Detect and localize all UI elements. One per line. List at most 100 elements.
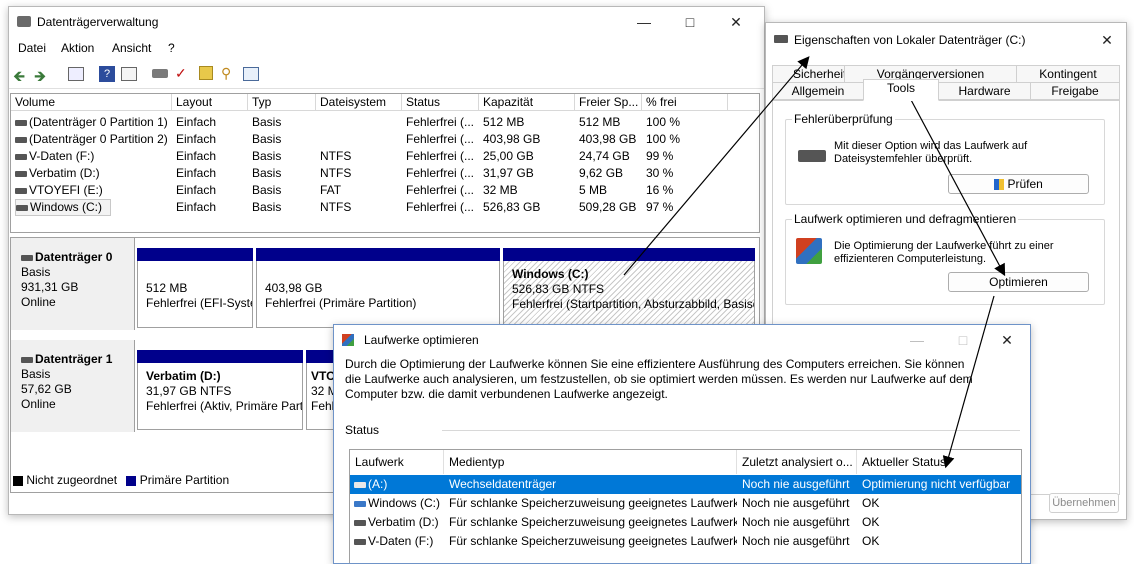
tab-sicherheit[interactable]: Sicherheit	[772, 65, 845, 83]
partition-status: Fehlerfrei (EFI-Syste	[146, 296, 252, 310]
partition-verbatim-d[interactable]: Verbatim (D:) 31,97 GB NTFS Fehlerfrei (…	[137, 350, 303, 430]
drive-name: V-Daten (F:)	[354, 532, 444, 551]
list-item[interactable]: V-Daten (F:) Für schlanke Speicherzuweis…	[350, 532, 1021, 551]
help-icon[interactable]: ?	[99, 66, 115, 82]
col-layout[interactable]: Layout	[172, 94, 248, 111]
partition-efi[interactable]: 512 MB Fehlerfrei (EFI-Syste	[137, 248, 253, 328]
col-status[interactable]: Status	[402, 94, 479, 111]
up-folder-icon[interactable]	[199, 66, 213, 80]
disk-1-state: Online	[21, 397, 56, 411]
volume-name-text: VTOYEFI (E:)	[29, 183, 103, 197]
menu-ansicht[interactable]: Ansicht	[112, 41, 151, 55]
status-label: Status	[345, 423, 380, 437]
minimize-button[interactable]: —	[621, 7, 667, 37]
properties-icon[interactable]	[121, 67, 137, 81]
col-zuletzt-analysiert[interactable]: Zuletzt analysiert o...	[737, 450, 857, 474]
close-button[interactable]: ✕	[1084, 25, 1126, 55]
group-label: Fehlerüberprüfung	[792, 112, 895, 126]
disk-1-label[interactable]: Datenträger 1 Basis 57,62 GB Online	[11, 340, 135, 432]
partition-windows-c[interactable]: Windows (C:) 526,83 GB NTFS Fehlerfrei (…	[503, 248, 755, 328]
list-item[interactable]: (A:) Wechseldatenträger Noch nie ausgefü…	[350, 475, 1021, 494]
volume-capacity: 25,00 GB	[483, 149, 534, 163]
search-icon[interactable]: ⚲	[221, 65, 231, 82]
tab-hardware[interactable]: Hardware	[938, 82, 1031, 100]
legend-unallocated-swatch	[13, 475, 23, 486]
menu-datei[interactable]: Datei	[18, 41, 46, 55]
title-bar[interactable]: Eigenschaften von Lokaler Datenträger (C…	[766, 23, 1126, 57]
checkmark-icon[interactable]: ✓	[175, 65, 187, 82]
menu-aktion[interactable]: Aktion	[61, 41, 94, 55]
partition-size: 31,97 GB NTFS	[146, 384, 232, 398]
volume-status: Fehlerfrei (...	[406, 149, 475, 163]
volume-pct: 30 %	[646, 166, 674, 180]
table-row[interactable]: Verbatim (D:) Einfach Basis NTFS Fehlerf…	[11, 165, 759, 182]
close-button[interactable]: ✕	[984, 325, 1030, 355]
drive-name: Verbatim (D:)	[354, 513, 444, 532]
volume-free: 9,62 GB	[579, 166, 624, 180]
tab-freigabe[interactable]: Freigabe	[1030, 82, 1120, 100]
volume-layout: Einfach	[176, 132, 217, 146]
title-bar[interactable]: Laufwerke optimieren — □ ✕	[334, 325, 1030, 355]
back-arrow-icon[interactable]: 🡸	[13, 66, 25, 91]
volume-capacity: 32 MB	[483, 183, 518, 197]
col-dateisystem[interactable]: Dateisystem	[316, 94, 402, 111]
partition-size: 526,83 GB NTFS	[512, 282, 605, 296]
media-type: Für schlanke Speicherzuweisung geeignete…	[449, 534, 737, 548]
uebernehmen-button[interactable]: Übernehmen	[1049, 493, 1119, 513]
list-view-icon[interactable]	[243, 67, 259, 81]
legend: Nicht zugeordnet Primäre Partition	[13, 473, 229, 489]
volume-status: Fehlerfrei (...	[406, 166, 475, 180]
error-check-group: Fehlerüberprüfung Mit dieser Option wird…	[785, 112, 1105, 205]
table-row[interactable]: Windows (C:) Einfach Basis NTFS Fehlerfr…	[11, 199, 759, 216]
maximize-button[interactable]: □	[940, 325, 986, 355]
table-row[interactable]: VTOYEFI (E:) Einfach Basis FAT Fehlerfre…	[11, 182, 759, 199]
tab-tools[interactable]: Tools	[863, 79, 939, 101]
list-item[interactable]: Windows (C:) Für schlanke Speicherzuweis…	[350, 494, 1021, 513]
disk-0-size: 931,31 GB	[21, 280, 79, 294]
col-medientyp[interactable]: Medientyp	[444, 450, 737, 474]
disk-0-label[interactable]: Datenträger 0 Basis 931,31 GB Online	[11, 238, 135, 330]
col-freier-speicher[interactable]: Freier Sp...	[575, 94, 642, 111]
volume-name-text: Verbatim (D:)	[29, 166, 100, 180]
forward-arrow-icon[interactable]: 🡺	[34, 66, 46, 91]
last-run: Noch nie ausgeführt	[742, 534, 850, 548]
volume-name: (Datenträger 0 Partition 2)	[15, 131, 172, 148]
tab-kontingent[interactable]: Kontingent	[1016, 65, 1120, 83]
drive-app-icon	[774, 35, 788, 43]
minimize-button[interactable]: —	[894, 325, 940, 355]
maximize-button[interactable]: □	[667, 7, 713, 37]
tab-allgemein[interactable]: Allgemein	[772, 82, 864, 100]
col-volume[interactable]: Volume	[11, 94, 172, 111]
media-type: Wechseldatenträger	[449, 477, 557, 491]
partition-primary[interactable]: 403,98 GB Fehlerfrei (Primäre Partition)	[256, 248, 500, 328]
volume-name-text: V-Daten (F:)	[29, 149, 95, 163]
disk-1-type: Basis	[21, 367, 51, 381]
connect-icon[interactable]	[152, 69, 168, 78]
pruefen-button[interactable]: Prüfen	[948, 174, 1089, 194]
volume-name-text: (Datenträger 0 Partition 1)	[29, 115, 168, 129]
list-item[interactable]: Verbatim (D:) Für schlanke Speicherzuwei…	[350, 513, 1021, 532]
table-row[interactable]: V-Daten (F:) Einfach Basis NTFS Fehlerfr…	[11, 148, 759, 165]
col-laufwerk[interactable]: Laufwerk	[350, 450, 444, 474]
col-typ[interactable]: Typ	[248, 94, 316, 111]
volume-pct: 100 %	[646, 132, 681, 146]
console-tree-icon[interactable]	[68, 67, 84, 81]
close-button[interactable]: ✕	[713, 7, 759, 37]
table-row[interactable]: (Datenträger 0 Partition 2) Einfach Basi…	[11, 131, 759, 148]
col-prozent-frei[interactable]: % frei	[642, 94, 728, 111]
partition-bar	[137, 248, 253, 261]
menu-help[interactable]: ?	[168, 41, 175, 55]
table-row[interactable]: (Datenträger 0 Partition 1) Einfach Basi…	[11, 114, 759, 131]
drive-icon	[15, 136, 27, 143]
status-divider	[442, 430, 1020, 431]
volume-name-text: (Datenträger 0 Partition 2)	[29, 132, 168, 146]
drive-list-header: Laufwerk Medientyp Zuletzt analysiert o.…	[350, 450, 1021, 474]
optimieren-button[interactable]: Optimieren	[948, 272, 1089, 292]
title-bar[interactable]: Datenträgerverwaltung — □ ✕	[9, 7, 764, 37]
error-check-text: Mit dieser Option wird das Laufwerk auf …	[834, 140, 1028, 165]
col-aktueller-status[interactable]: Aktueller Status	[857, 450, 1021, 474]
volume-fs: NTFS	[320, 200, 352, 214]
drive-list: Laufwerk Medientyp Zuletzt analysiert o.…	[349, 449, 1022, 563]
volume-fs: FAT	[320, 183, 342, 197]
col-kapazitaet[interactable]: Kapazität	[479, 94, 575, 111]
